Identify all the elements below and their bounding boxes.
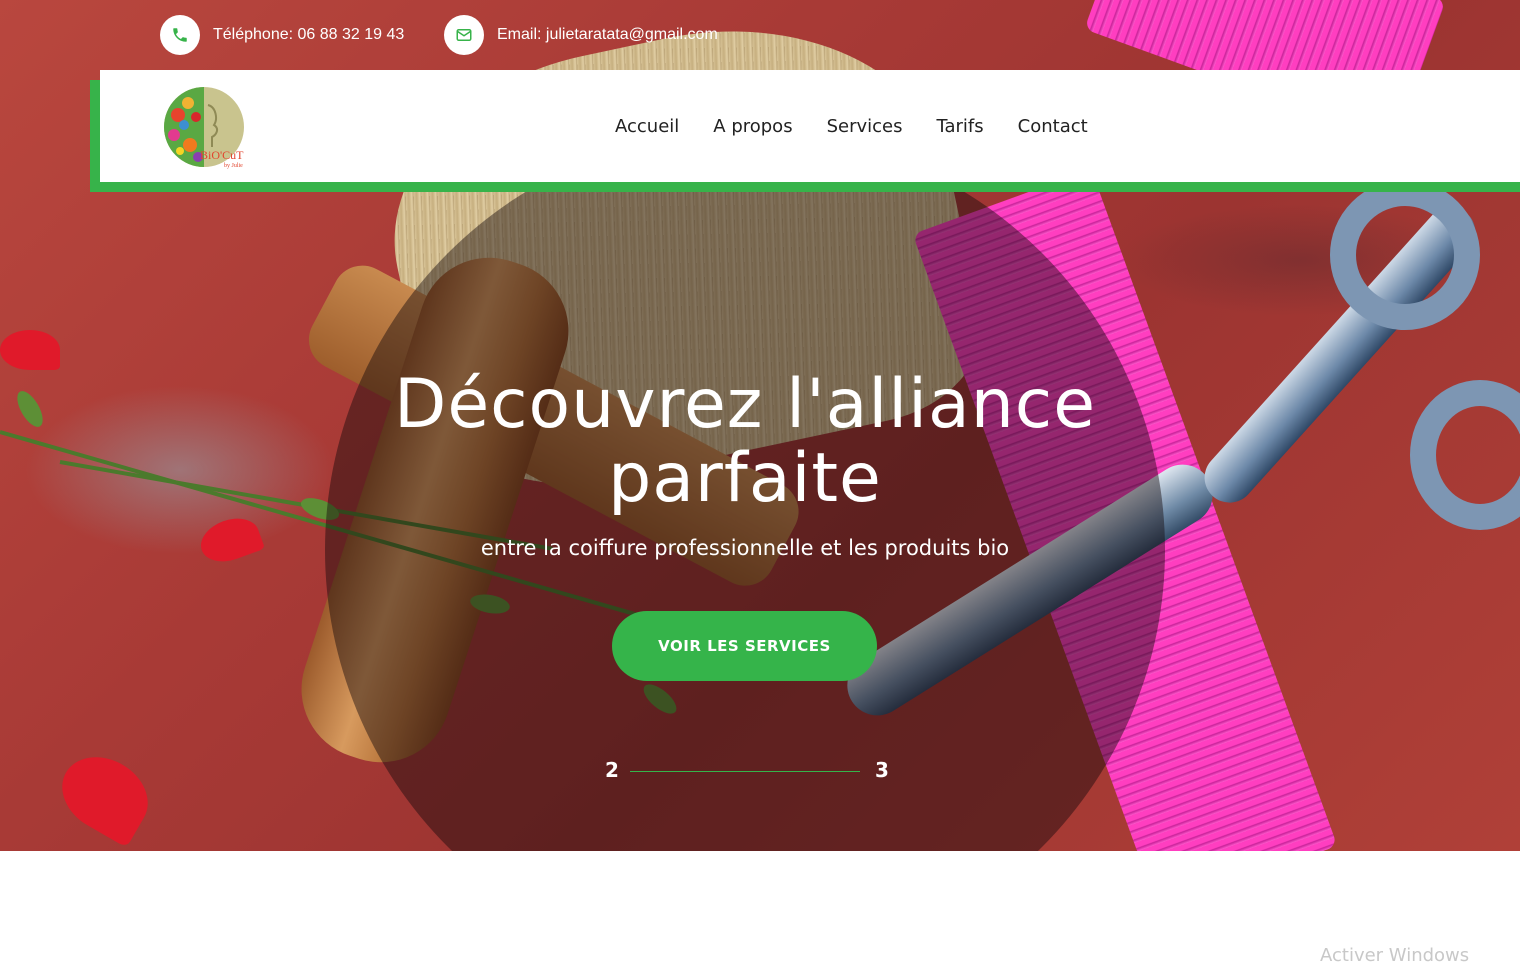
- hero-title-line-2: parfaite: [608, 439, 882, 518]
- hero-subtitle: entre la coiffure professionnelle et les…: [480, 536, 1010, 560]
- envelope-icon: [444, 15, 484, 55]
- flower-image: [0, 330, 60, 370]
- phone-icon: [160, 15, 200, 55]
- nav-item-a-propos[interactable]: A propos: [713, 116, 792, 137]
- main-navbar: BiO'CuT by Julie Accueil A propos Servic…: [100, 70, 1520, 182]
- logo-wordmark: BiO'CuT: [200, 148, 244, 162]
- nav-item-accueil[interactable]: Accueil: [615, 116, 679, 137]
- phone-text: Téléphone: 06 88 32 19 43: [213, 26, 405, 43]
- hero-title: Découvrez l'alliance parfaite: [0, 368, 1490, 516]
- main-menu: Accueil A propos Services Tarifs Contact: [615, 70, 1122, 182]
- flower-image: [48, 742, 162, 848]
- nav-item-contact[interactable]: Contact: [1018, 116, 1088, 137]
- site-logo[interactable]: BiO'CuT by Julie: [160, 85, 255, 170]
- logo-byline: by Julie: [224, 163, 243, 169]
- windows-activation-watermark: Activer Windows: [1320, 945, 1470, 966]
- email-text: Email: julietaratata@gmail.com: [497, 26, 718, 43]
- view-services-button[interactable]: VOIR LES SERVICES: [612, 611, 877, 681]
- email-contact[interactable]: Email: julietaratata@gmail.com: [444, 15, 718, 55]
- top-contact-bar: Téléphone: 06 88 32 19 43 Email: julieta…: [0, 0, 1520, 70]
- slide-prev-number[interactable]: 2: [605, 758, 619, 782]
- scissor-ring-image: [1330, 180, 1480, 330]
- slide-progress-line: [630, 771, 860, 772]
- slide-next-number[interactable]: 3: [875, 758, 889, 782]
- phone-contact[interactable]: Téléphone: 06 88 32 19 43: [160, 15, 404, 55]
- hero-title-line-1: Découvrez l'alliance: [393, 365, 1097, 444]
- nav-item-services[interactable]: Services: [827, 116, 903, 137]
- slider-pagination: 2 3: [600, 758, 900, 788]
- nav-item-tarifs[interactable]: Tarifs: [936, 116, 983, 137]
